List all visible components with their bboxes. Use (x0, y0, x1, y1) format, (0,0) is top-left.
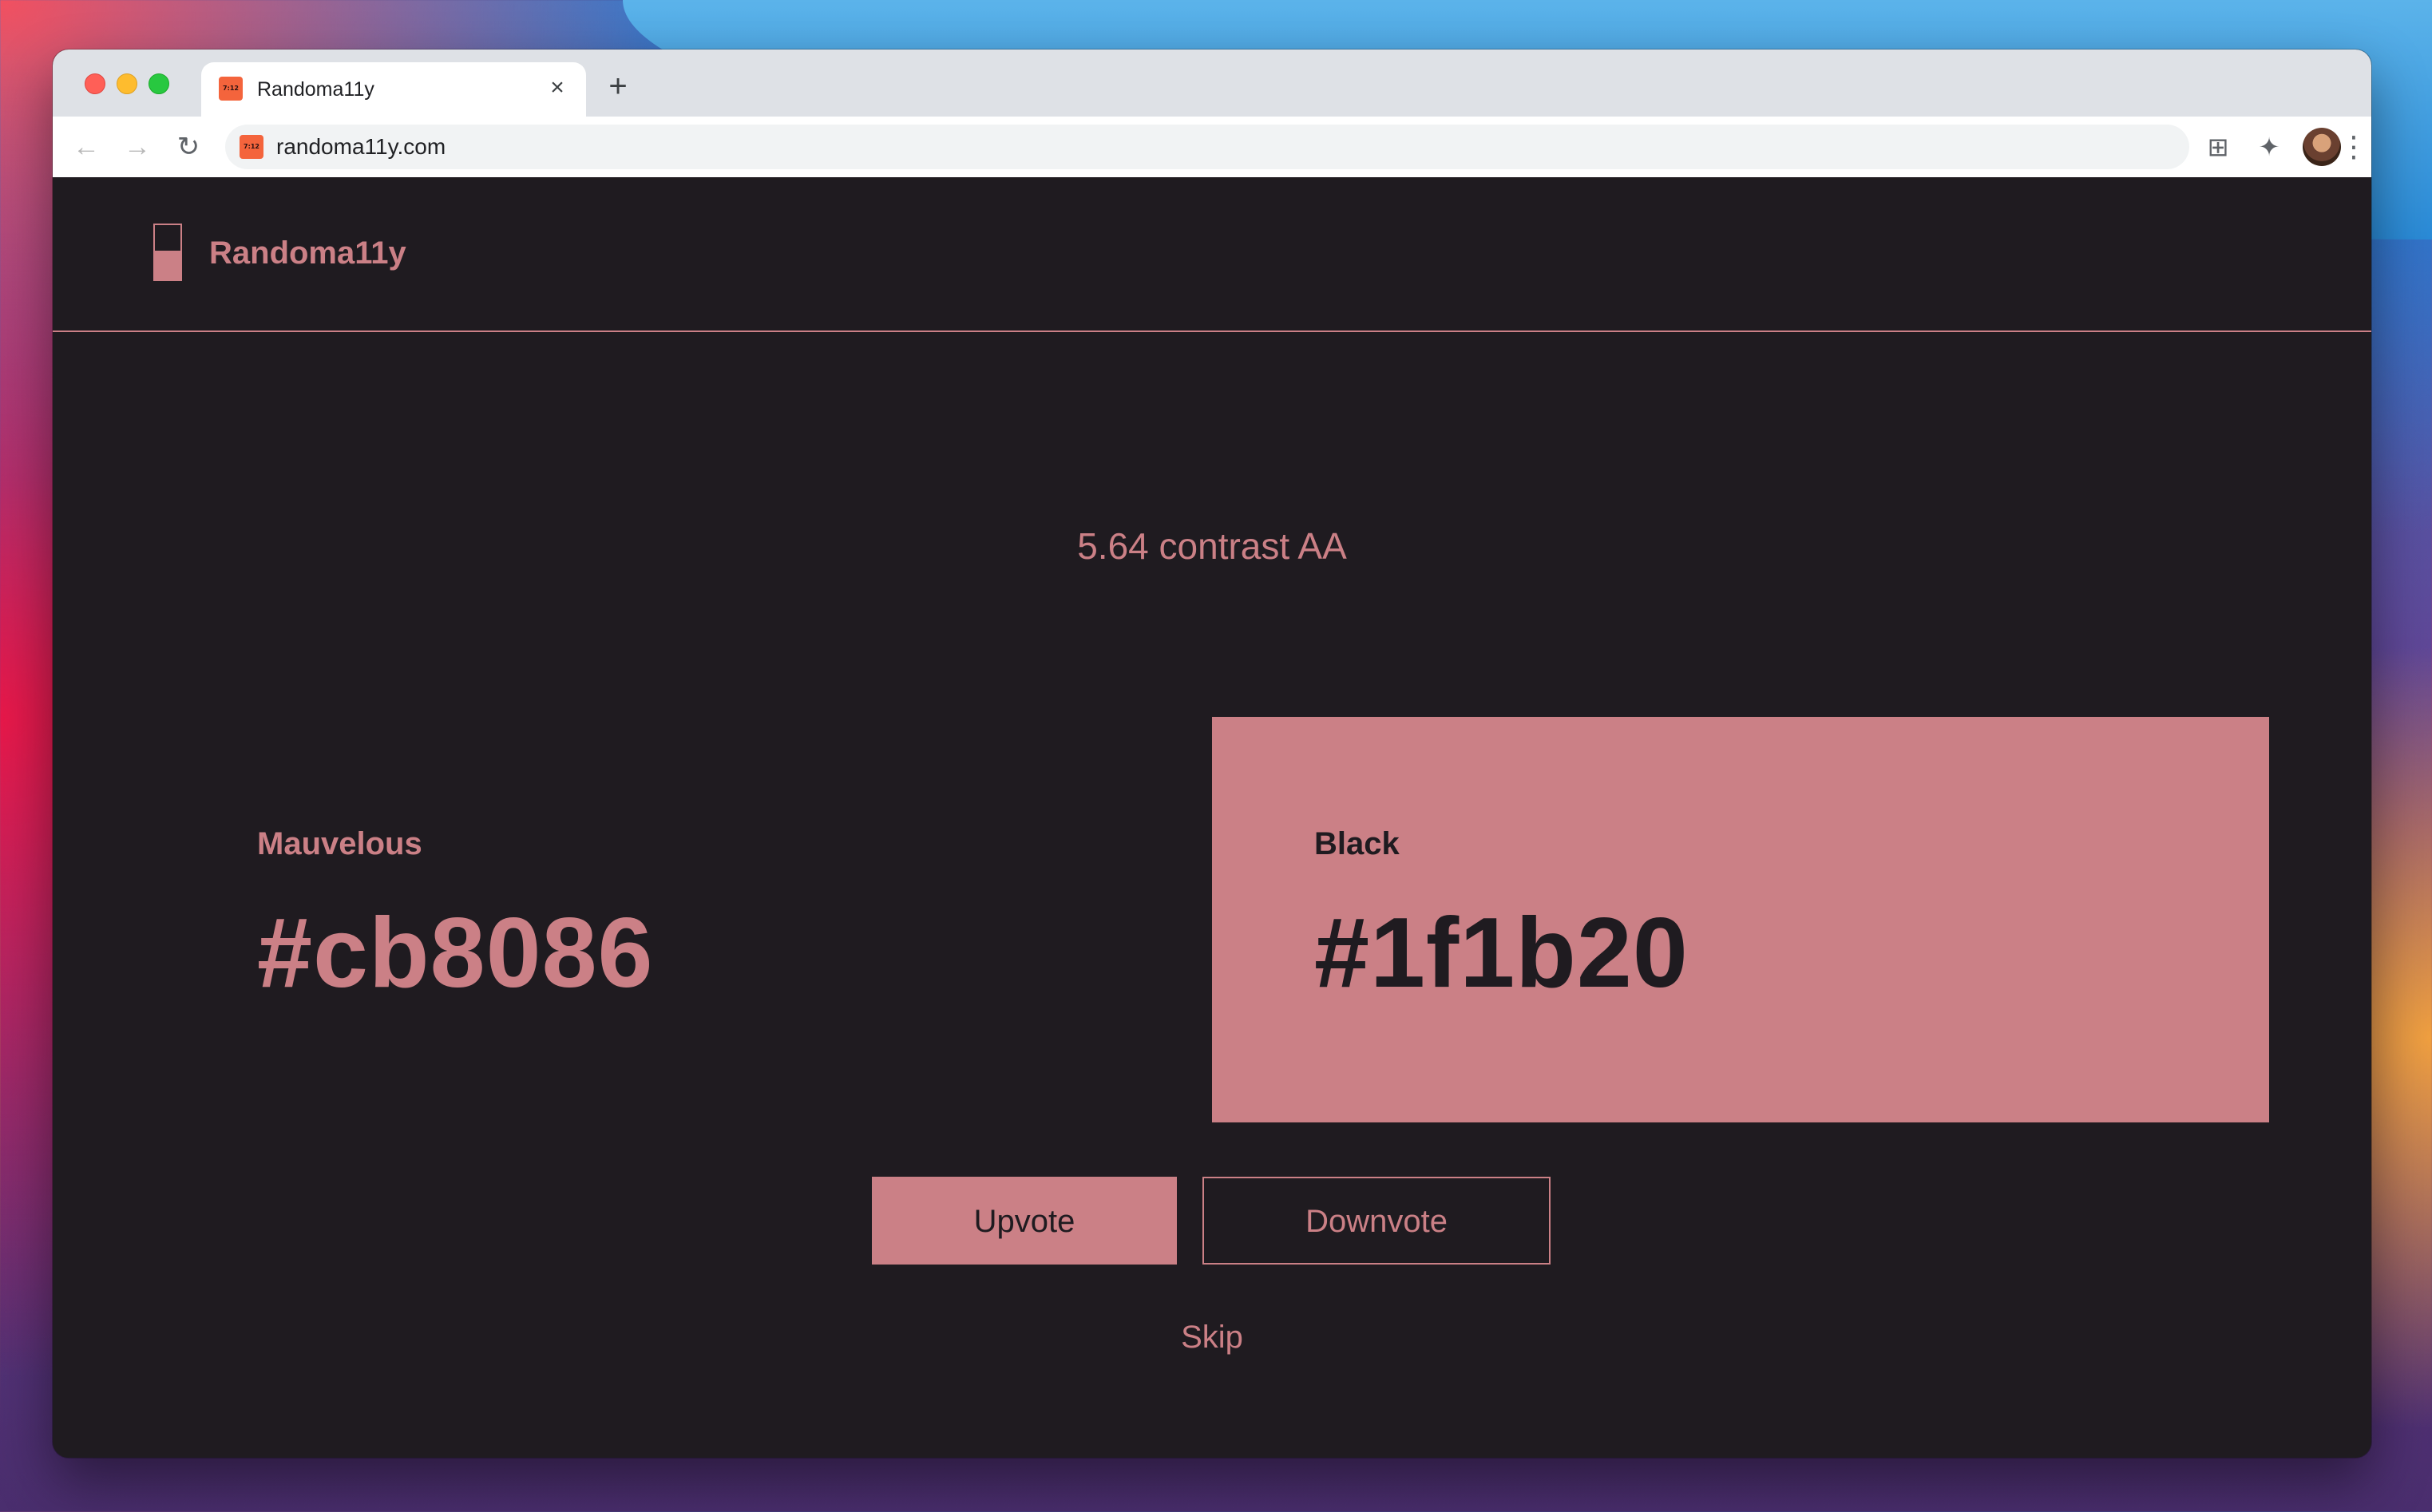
color-hex-black: #1f1b20 (1314, 898, 1689, 1008)
site-favicon-icon: 7:12 (240, 135, 263, 159)
downvote-button[interactable]: Downvote (1202, 1177, 1551, 1265)
browser-toolbar: ← → ↻ 7:12 randoma11y.com ⊞ ✦ ⋮ (53, 117, 2371, 178)
tab-randoma11y[interactable]: 7:12 Randoma11y × (201, 62, 586, 117)
forward-arrow-icon[interactable]: → (120, 129, 155, 164)
profile-avatar[interactable] (2303, 128, 2341, 166)
address-bar[interactable]: 7:12 randoma11y.com (225, 125, 2189, 169)
zoom-window-button[interactable] (149, 73, 169, 94)
puzzle-piece-icon[interactable]: ✦ (2252, 129, 2287, 164)
tab-title: Randoma11y (257, 78, 374, 101)
back-arrow-icon[interactable]: ← (69, 129, 104, 164)
swatch-mauvelous: Mauvelous #cb8086 (53, 717, 1110, 1122)
skip-link[interactable]: Skip (53, 1317, 2371, 1357)
tab-strip: 7:12 Randoma11y × + (53, 49, 2371, 117)
minimize-window-button[interactable] (117, 73, 137, 94)
new-tab-button[interactable]: + (600, 69, 636, 104)
swatch-black: Black #1f1b20 (1212, 717, 2269, 1122)
tab-grid-icon[interactable]: ⊞ (2200, 129, 2236, 164)
site-favicon-icon: 7:12 (219, 77, 243, 101)
site-header: Randoma11y (53, 177, 2371, 332)
address-bar-url[interactable]: randoma11y.com (276, 134, 446, 160)
reload-icon[interactable]: ↻ (171, 129, 206, 164)
page-viewport: Randoma11y 5.64 contrast AA Mauvelous #c… (53, 177, 2371, 1458)
browser-window: 7:12 Randoma11y × + ← → ↻ 7:12 randoma11… (53, 49, 2371, 1458)
close-window-button[interactable] (85, 73, 105, 94)
color-hex-mauvelous: #cb8086 (257, 898, 654, 1008)
upvote-button[interactable]: Upvote (872, 1177, 1177, 1265)
contrast-ratio-label: 5.64 contrast AA (1077, 525, 1347, 567)
site-logo-icon[interactable] (153, 224, 182, 281)
close-icon[interactable]: × (543, 73, 572, 102)
color-name-black: Black (1314, 826, 1400, 861)
color-name-mauvelous: Mauvelous (257, 826, 422, 861)
site-name-link[interactable]: Randoma11y (209, 233, 406, 273)
kebab-menu-icon[interactable]: ⋮ (2336, 129, 2371, 164)
